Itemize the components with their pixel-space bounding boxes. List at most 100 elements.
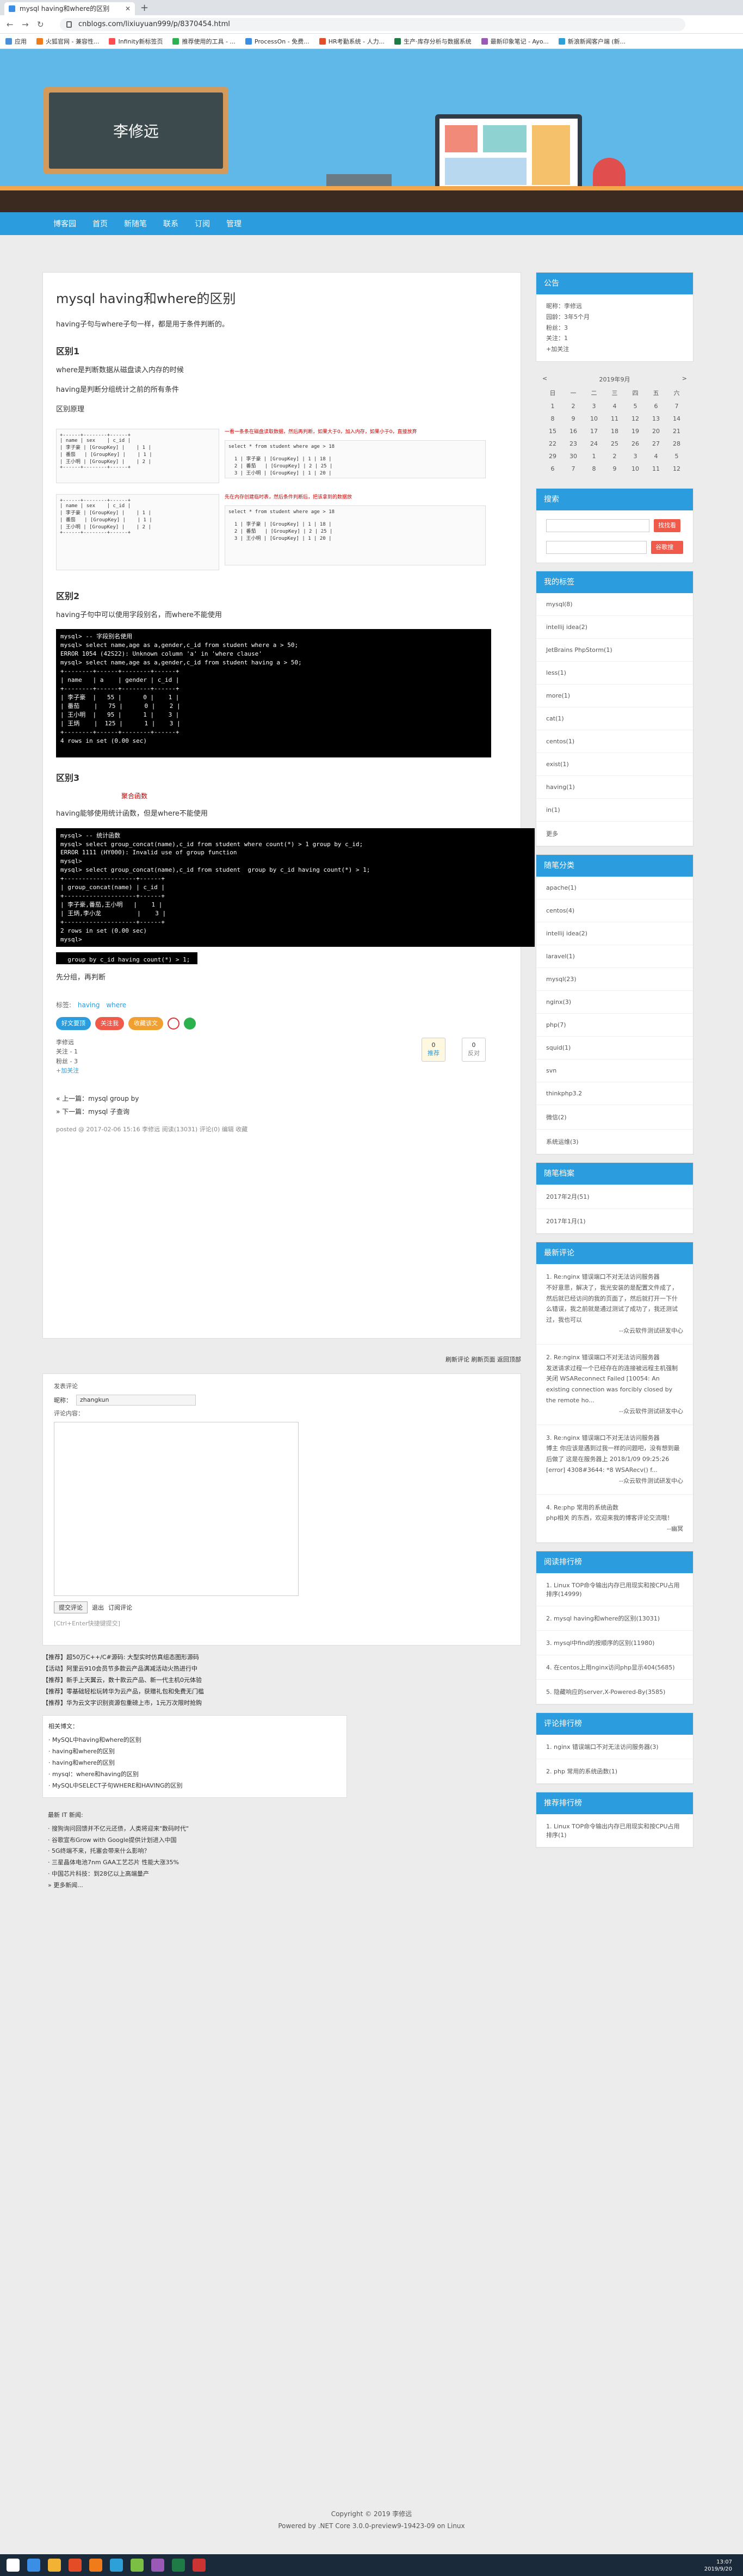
calendar-day[interactable]: 17	[584, 425, 604, 437]
category-link[interactable]: thinkphp3.2	[536, 1082, 693, 1105]
category-link[interactable]: svn	[536, 1059, 693, 1082]
calendar-day[interactable]: 25	[604, 437, 625, 450]
read-rank-link[interactable]: 2. mysql having和where的区别(13031)	[536, 1606, 693, 1631]
category-link[interactable]: squid(1)	[536, 1037, 693, 1059]
nav-link[interactable]: 新随笔	[120, 215, 151, 232]
ad-link[interactable]: 【活动】阿里云910会员节多款云产品满减活动火热进行中	[42, 1663, 521, 1675]
calendar-day[interactable]: 14	[666, 412, 687, 425]
bookmark-item[interactable]: 新浪新闻客户端 (新...	[558, 37, 626, 46]
related-post-link[interactable]: · MySQL中having和where的区别	[48, 1735, 341, 1746]
ie-icon[interactable]	[27, 2559, 40, 2572]
calendar-day[interactable]: 20	[646, 425, 666, 437]
calendar-day[interactable]: 27	[646, 437, 666, 450]
favorite-button[interactable]: 收藏该文	[128, 1016, 163, 1030]
recent-comment-title[interactable]: 2. Re:nginx 错误端口不对无法访问服务器	[546, 1352, 683, 1363]
calendar-day[interactable]: 3	[625, 450, 646, 463]
tag-link[interactable]: JetBrains PhpStorm(1)	[536, 639, 693, 662]
calendar-day[interactable]: 8	[584, 463, 604, 475]
search-input[interactable]	[546, 519, 649, 532]
read-rank-link[interactable]: 5. 隐藏响应的server,X-Powered-By(3585)	[536, 1680, 693, 1704]
calendar-day[interactable]: 9	[563, 412, 584, 425]
weibo-icon[interactable]	[168, 1017, 179, 1030]
calendar-day[interactable]: 30	[563, 450, 584, 463]
bookmark-item[interactable]: 最新印象笔记 - Ayo...	[481, 37, 549, 46]
calendar-day[interactable]: 21	[666, 425, 687, 437]
tag-link[interactable]: 更多	[536, 822, 693, 846]
calendar-day[interactable]: 16	[563, 425, 584, 437]
related-post-link[interactable]: · having和where的区别	[48, 1746, 341, 1758]
related-post-link[interactable]: · having和where的区别	[48, 1758, 341, 1769]
browser-tab[interactable]: mysql having和where的区别 ✕	[4, 2, 135, 15]
comment-textarea[interactable]	[54, 1422, 299, 1596]
bookmark-item[interactable]: HR考勤系统 - 人力...	[319, 37, 385, 46]
bookmark-item[interactable]: 推荐使用的工具 - ...	[172, 37, 236, 46]
search-button[interactable]: 找找看	[654, 519, 680, 532]
calendar-day[interactable]: 4	[646, 450, 666, 463]
news-link[interactable]: · 中国芯片科技：到28亿以上高端量产	[48, 1869, 342, 1880]
calendar-day[interactable]: 11	[604, 412, 625, 425]
tag-link[interactable]: having(1)	[536, 776, 693, 799]
url-field[interactable]: cnblogs.com/lixiuyuan999/p/8370454.html	[60, 18, 685, 31]
tag-link[interactable]: intellij idea(2)	[536, 616, 693, 639]
start-icon[interactable]	[7, 2559, 20, 2572]
calendar-day[interactable]: 6	[646, 400, 666, 412]
category-link[interactable]: centos(4)	[536, 899, 693, 922]
calendar-day[interactable]: 9	[604, 463, 625, 475]
calendar-day[interactable]: 8	[542, 412, 563, 425]
close-tab-icon[interactable]: ✕	[125, 2, 131, 15]
tag-link[interactable]: mysql(8)	[536, 593, 693, 616]
comment-rank-link[interactable]: 2. php 常用的系统函数(1)	[536, 1759, 693, 1784]
nav-link[interactable]: 订阅	[190, 215, 214, 232]
calendar-day[interactable]: 7	[563, 463, 584, 475]
calendar-day[interactable]: 22	[542, 437, 563, 450]
ad-link[interactable]: 【推荐】新手上天翼云，数十款云产品、新一代主机0元体验	[42, 1675, 521, 1686]
calendar-day[interactable]: 4	[604, 400, 625, 412]
tag-link[interactable]: centos(1)	[536, 730, 693, 753]
category-link[interactable]: mysql(23)	[536, 968, 693, 991]
recommend-button[interactable]: 好文要顶	[56, 1016, 91, 1030]
submit-comment-button[interactable]: 提交评论	[54, 1601, 88, 1613]
app-icon[interactable]	[110, 2559, 123, 2572]
bookmark-item[interactable]: Infinity新标签页	[109, 37, 163, 46]
calendar-day[interactable]: 15	[542, 425, 563, 437]
upvote-button[interactable]: 0 推荐	[422, 1037, 445, 1062]
blog-title[interactable]: 李修远	[49, 93, 223, 169]
tag-link[interactable]: having	[78, 1001, 100, 1009]
new-tab-icon[interactable]: +	[140, 2, 148, 14]
calendar-day[interactable]: 1	[542, 400, 563, 412]
category-link[interactable]: 微信(2)	[536, 1105, 693, 1130]
calendar-day[interactable]: 7	[666, 400, 687, 412]
calendar-day[interactable]: 23	[563, 437, 584, 450]
calendar-day[interactable]: 3	[584, 400, 604, 412]
news-link[interactable]: · 谷歌宣布Grow with Google提供计划进入中国	[48, 1835, 342, 1846]
nav-link[interactable]: 联系	[159, 215, 183, 232]
calendar-day[interactable]: 5	[625, 400, 646, 412]
explorer-icon[interactable]	[48, 2559, 61, 2572]
calendar-day[interactable]: 13	[646, 412, 666, 425]
calendar-day[interactable]: 11	[646, 463, 666, 475]
comment-links[interactable]: 刷新评论 刷新页面 返回顶部	[42, 1349, 521, 1369]
calendar-day[interactable]: 29	[542, 450, 563, 463]
app-icon[interactable]	[193, 2559, 206, 2572]
chrome-icon[interactable]	[69, 2559, 82, 2572]
forward-icon[interactable]: →	[22, 20, 29, 29]
calendar-day[interactable]: 26	[625, 437, 646, 450]
read-rank-link[interactable]: 4. 在centos上用nginx访问php显示404(5685)	[536, 1655, 693, 1680]
calendar-day[interactable]: 18	[604, 425, 625, 437]
calendar-day[interactable]: 2	[604, 450, 625, 463]
recent-comment-author[interactable]: --众云软件测试研发中心	[546, 1326, 683, 1336]
category-link[interactable]: nginx(3)	[536, 991, 693, 1014]
downvote-button[interactable]: 0 反对	[462, 1037, 486, 1062]
clock[interactable]: 13:07 2019/9/20	[704, 2559, 732, 2573]
subscribe-link[interactable]: 订阅评论	[108, 1603, 132, 1612]
ad-link[interactable]: 【推荐】华为云文字识别资源包重磅上市，1元万次限时抢购	[42, 1698, 521, 1709]
category-link[interactable]: 系统运维(3)	[536, 1130, 693, 1154]
read-rank-link[interactable]: 3. mysql中find的按顺序的区别(11980)	[536, 1631, 693, 1655]
related-post-link[interactable]: · mysql：where和having的区别	[48, 1769, 341, 1780]
app-icon[interactable]	[131, 2559, 144, 2572]
recent-comment-author[interactable]: --众云软件测试研发中心	[546, 1476, 683, 1487]
calendar-day[interactable]: 28	[666, 437, 687, 450]
archive-link[interactable]: 2017年1月(1)	[536, 1209, 693, 1234]
tag-link[interactable]: cat(1)	[536, 707, 693, 730]
bookmark-item[interactable]: ProcessOn - 免费...	[245, 37, 309, 46]
